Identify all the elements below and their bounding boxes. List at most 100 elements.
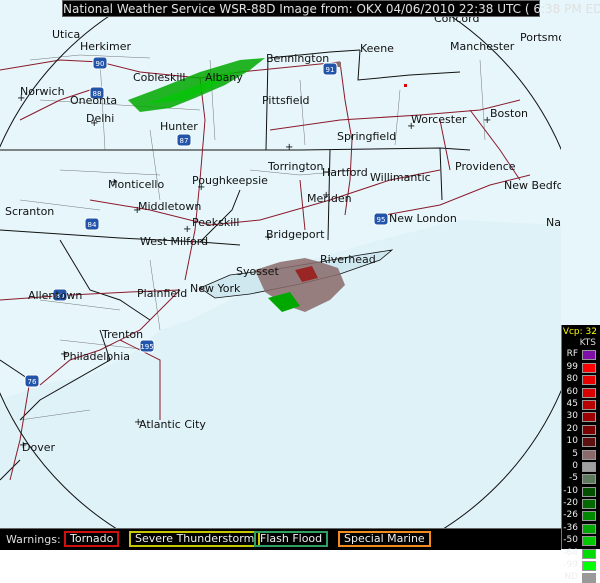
svg-text:+: + (19, 440, 27, 451)
legend-entry: -36 (562, 523, 600, 534)
title-bar: National Weather Service WSR-88D Image f… (62, 0, 600, 17)
legend-entry: -5 (562, 473, 600, 485)
city-label: Boston (490, 107, 528, 120)
legend-swatch (582, 486, 596, 497)
shield-90: 90 (96, 60, 105, 68)
city-label: Providence (455, 160, 516, 173)
city-label: Manchester (450, 40, 515, 53)
svg-text:+: + (183, 224, 191, 235)
city-label: Nantucket (546, 216, 561, 229)
svg-text:+: + (110, 177, 118, 188)
legend-swatch (582, 474, 596, 485)
svg-text:+: + (90, 118, 98, 129)
city-label: Peekskill (192, 216, 239, 229)
legend-swatch (582, 523, 596, 534)
legend-entry-label: RF (566, 349, 578, 360)
legend-entry: 10 (562, 436, 600, 448)
legend-swatch (582, 399, 596, 410)
legend-entry-label: -10 (563, 485, 578, 496)
velocity-legend: Vcp: 32 KTS RF 99 80 60 45 30 20 10 5 0 -5 -10 -20 -2… (561, 325, 600, 583)
city-label: New Bedford (504, 179, 561, 192)
legend-entry: 30 (562, 411, 600, 423)
city-label: Torrington (267, 160, 323, 173)
city-label: Herkimer (80, 40, 131, 53)
city-label: Pittsfield (262, 94, 310, 107)
legend-entry: -64 (562, 548, 600, 559)
city-label: Norwich (20, 85, 65, 98)
legend-entry: 0 (562, 461, 600, 472)
city-label: Atlantic City (139, 418, 206, 431)
legend-entry-label: -64 (563, 547, 578, 558)
legend-swatch (582, 387, 596, 398)
svg-text:+: + (285, 142, 293, 153)
legend-swatch (582, 561, 596, 572)
city-label: Willimantic (370, 171, 431, 184)
legend-entry: 60 (562, 387, 600, 398)
svg-text:+: + (134, 417, 142, 428)
svg-text:+: + (483, 115, 491, 126)
image-title: National Weather Service WSR-88D Image f… (63, 2, 600, 16)
legend-entry-label: 0 (572, 460, 578, 471)
city-label: Springfield (337, 130, 396, 143)
legend-entry-label: 60 (566, 386, 578, 397)
legend-entry-label: -20 (563, 498, 578, 509)
legend-swatch (582, 412, 596, 423)
radar-image: 90 88 87 91 84 95 80 195 76 Concord Utic… (0, 0, 600, 583)
city-label: Bridgeport (266, 228, 325, 241)
legend-entry: -99 (562, 560, 600, 572)
city-label: Plainfield (137, 287, 187, 300)
city-label: Oneonta (70, 94, 117, 107)
svg-text:+: + (264, 232, 272, 243)
shield-195: 195 (140, 343, 153, 351)
special-marine-warning-key: Special Marine (338, 531, 431, 547)
shield-76: 76 (28, 378, 37, 386)
legend-swatch (582, 362, 596, 373)
legend-swatch (582, 499, 596, 510)
legend-entry: -20 (562, 498, 600, 510)
legend-entry: RF (562, 349, 600, 361)
city-label: Philadelphia (63, 350, 130, 363)
legend-entry-label: ND (564, 572, 578, 583)
city-label: Worcester (411, 113, 467, 126)
legend-swatch (582, 548, 596, 559)
legend-swatch (582, 437, 596, 448)
svg-text:+: + (17, 93, 25, 104)
city-label: Albany (205, 71, 243, 84)
svg-text:+: + (197, 182, 205, 193)
legend-entry: -10 (562, 486, 600, 497)
svg-text:+: + (322, 190, 330, 201)
svg-text:+: + (133, 205, 141, 216)
shield-87: 87 (180, 137, 189, 145)
legend-entry-label: -5 (569, 473, 578, 484)
city-label: West Milford (140, 235, 208, 248)
legend-entry: -50 (562, 535, 600, 547)
legend-entry: 99 (562, 362, 600, 373)
units-label: KTS (579, 338, 596, 348)
legend-entry: ND (562, 572, 600, 583)
echo-speck-red (404, 84, 407, 87)
legend-swatch (582, 424, 596, 435)
city-label: Utica (52, 28, 80, 41)
legend-entry-label: -99 (563, 560, 578, 571)
city-label: Middletown (138, 200, 201, 213)
legend-swatch (582, 573, 596, 583)
city-label: Syosset (236, 265, 279, 278)
legend-entry: 45 (562, 399, 600, 410)
legend-swatch (582, 350, 596, 361)
legend-entry-label: 5 (572, 448, 578, 459)
legend-entry-label: -36 (563, 522, 578, 533)
city-label: Scranton (5, 205, 54, 218)
tornado-warning-key: Tornado (64, 531, 120, 547)
legend-entry-label: 80 (566, 374, 578, 385)
city-label: Portsmouth (520, 31, 561, 44)
legend-swatch (582, 511, 596, 522)
legend-entry-label: 30 (566, 411, 578, 422)
legend-entry-label: 10 (566, 436, 578, 447)
severe-thunderstorm-warning-key: Severe Thunderstorm (129, 531, 261, 547)
legend-rows: RF 99 80 60 45 30 20 10 5 0 -5 -10 -20 -26 -36 -50 -64 -9… (562, 349, 600, 583)
warnings-bar: Warnings: Tornado Severe Thunderstorm Fl… (0, 528, 561, 550)
legend-swatch (582, 449, 596, 460)
legend-entry-label: 45 (566, 398, 578, 409)
legend-entry-label: 20 (566, 423, 578, 434)
echo-green-upstate (128, 58, 265, 112)
